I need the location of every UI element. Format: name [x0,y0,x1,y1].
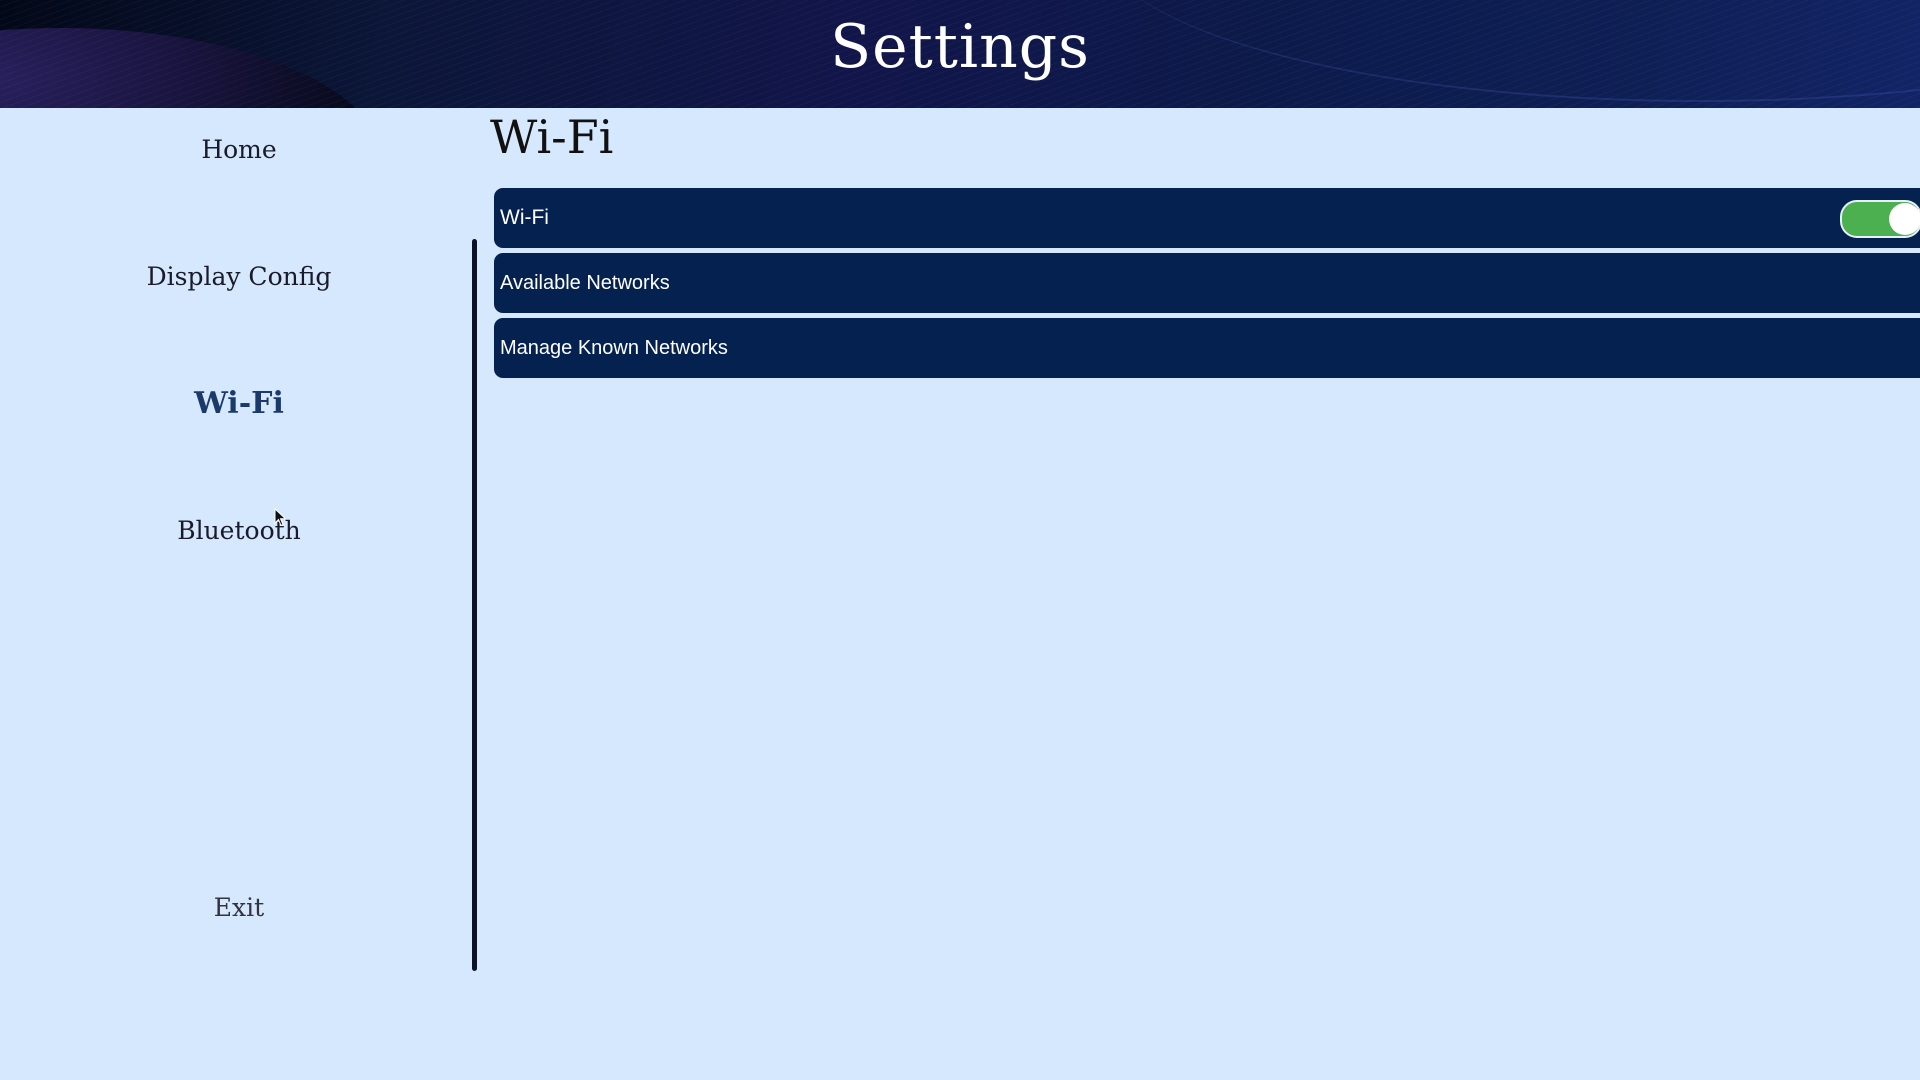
sidebar-item-bluetooth[interactable]: Bluetooth [0,516,478,545]
sidebar-item-home[interactable]: Home [0,135,478,164]
manage-known-networks-row[interactable]: Manage Known Networks [494,318,1920,378]
toggle-knob [1889,203,1920,235]
manage-known-networks-label: Manage Known Networks [500,337,728,359]
available-networks-label: Available Networks [500,272,670,294]
page-title: Wi-Fi [490,110,614,164]
app-header: Settings [0,0,1920,108]
app-title: Settings [830,12,1090,82]
wifi-toggle-switch[interactable] [1840,200,1920,238]
exit-button[interactable]: Exit [0,893,478,922]
sidebar-item-wifi[interactable]: Wi-Fi [0,386,478,421]
sidebar-divider [472,239,477,971]
wifi-toggle-row[interactable]: Wi-Fi [494,188,1920,248]
sidebar-item-display-config[interactable]: Display Config [0,262,478,291]
sidebar [0,108,476,1080]
wifi-row-label: Wi-Fi [500,206,549,229]
available-networks-row[interactable]: Available Networks [494,253,1920,313]
